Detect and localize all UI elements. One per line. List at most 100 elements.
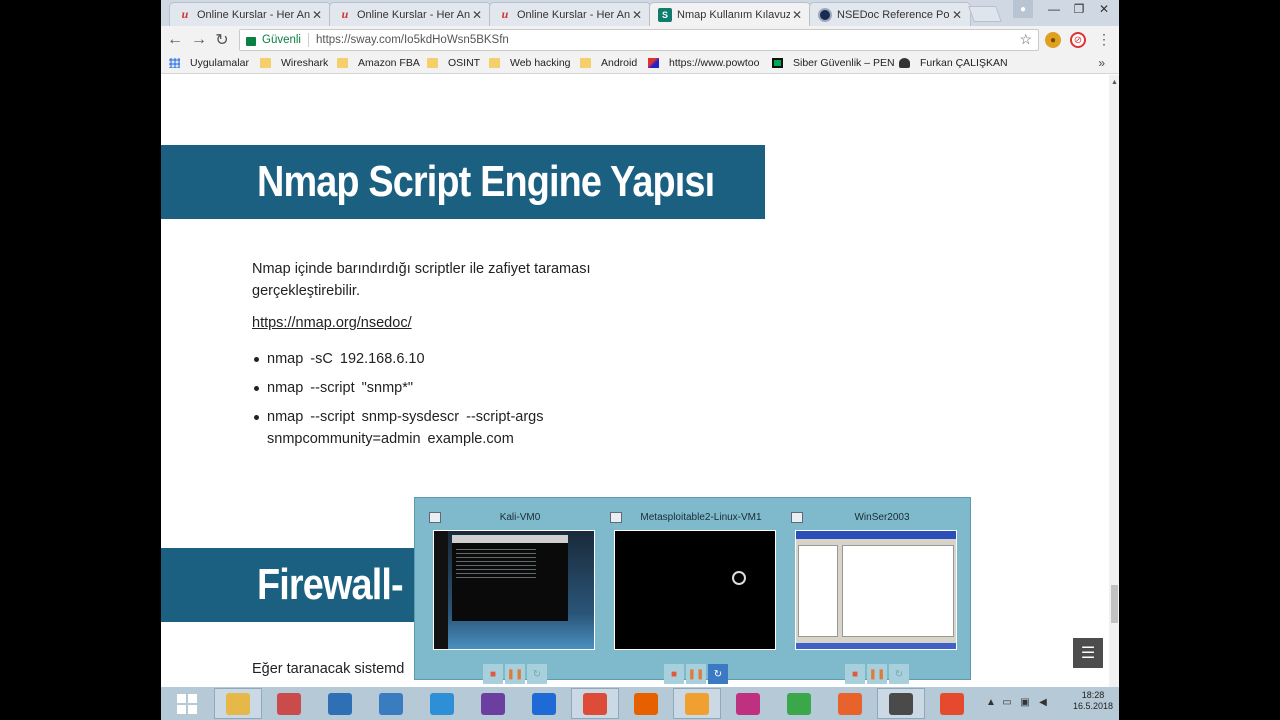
bookmark-powtoon[interactable]: https://www.powtoo: [648, 57, 759, 69]
window-titlebar: [796, 531, 956, 539]
address-bar[interactable]: Güvenli https://sway.com/Io5kdHoWsn5BKSf…: [239, 29, 1039, 51]
page-content: Nmap Script Engine Yapısı Nmap içinde ba…: [161, 75, 1109, 687]
bookmark-web-hacking[interactable]: Web hacking: [489, 57, 571, 69]
tab-online-kurslar-1[interactable]: u Online Kurslar - Her An, ✕: [169, 2, 331, 26]
new-tab-button[interactable]: [968, 6, 1002, 22]
vm-switcher-panel: Kali-VM0 ■ ❚❚ ↻ Metasploitable2-Linux-VM…: [414, 497, 971, 684]
udemy-icon: u: [181, 7, 189, 21]
tree-icon: [430, 692, 454, 715]
bookmark-amazon-fba[interactable]: Amazon FBA: [337, 57, 420, 69]
snipping-tool-button[interactable]: [265, 688, 313, 719]
powtoon-icon: [648, 58, 659, 68]
scissors-icon: [277, 692, 301, 715]
close-icon[interactable]: ✕: [470, 8, 484, 22]
tab-strip: u Online Kurslar - Her An, ✕ u Online Ku…: [161, 0, 1119, 26]
close-icon[interactable]: ✕: [310, 8, 324, 22]
sourcetree-button[interactable]: [418, 688, 466, 719]
list-item: nmap --script snmp-sysdescr --script-arg…: [252, 406, 632, 450]
chrome-button[interactable]: [571, 688, 619, 719]
bookmark-wireshark[interactable]: Wireshark: [260, 57, 328, 69]
molecule-app-button[interactable]: [724, 688, 772, 719]
vm-preview[interactable]: [433, 530, 595, 650]
pause-icon[interactable]: ❚❚: [867, 664, 887, 684]
close-window-button[interactable]: ✕: [1091, 0, 1117, 18]
reset-icon[interactable]: ↻: [889, 664, 909, 684]
reload-button[interactable]: ↻: [212, 30, 232, 50]
back-button[interactable]: ←: [165, 30, 185, 50]
vm-card-metasploitable[interactable]: Metasploitable2-Linux-VM1 ■ ❚❚ ↻: [608, 508, 776, 684]
vm-preview[interactable]: [795, 530, 957, 650]
power-icon[interactable]: ▭: [1001, 697, 1013, 709]
firefox-icon: [634, 692, 658, 715]
file-explorer-button[interactable]: [214, 688, 262, 719]
scroll-thumb[interactable]: [1111, 585, 1118, 623]
bookmark-osint[interactable]: OSINT: [427, 57, 480, 69]
headset-app-button[interactable]: [520, 688, 568, 719]
stop-icon[interactable]: ■: [483, 664, 503, 684]
close-icon[interactable]: ✕: [630, 8, 644, 22]
vm-preview[interactable]: [614, 530, 776, 650]
navigation-menu-button[interactable]: ☰: [1073, 638, 1103, 668]
star-icon[interactable]: ☆: [1019, 31, 1032, 48]
close-icon[interactable]: ✕: [790, 8, 804, 22]
url-text[interactable]: https://sway.com/Io5kdHoWsn5BKSfn: [316, 34, 509, 46]
apps-icon: [169, 58, 180, 68]
vm-taskbar: [796, 643, 956, 649]
stop-icon[interactable]: ■: [845, 664, 865, 684]
clock[interactable]: 18:28 16.5.2018: [1073, 690, 1113, 712]
folder-icon: [226, 692, 250, 715]
scroll-up-icon[interactable]: ▲: [1111, 79, 1118, 86]
stop-icon[interactable]: ■: [664, 664, 684, 684]
ccleaner-button[interactable]: [928, 688, 976, 719]
search-app-button[interactable]: [367, 688, 415, 719]
nsedoc-link[interactable]: https://nmap.org/nsedoc/: [252, 315, 412, 331]
paragraph-text: Eğer taranacak sistemd: [252, 661, 405, 677]
close-icon[interactable]: ✕: [950, 8, 964, 22]
vm-dock: [434, 531, 448, 649]
vm-icon: [610, 511, 622, 523]
tab-title: Online Kurslar - Her An,: [357, 8, 470, 21]
network-icon[interactable]: ▣: [1019, 697, 1031, 709]
bookmark-apps[interactable]: Uygulamalar: [169, 57, 249, 69]
terminal-window: [452, 535, 568, 621]
extension-icon[interactable]: ●: [1045, 32, 1061, 48]
tray-arrow-icon[interactable]: ▲: [985, 697, 997, 709]
reset-icon[interactable]: ↻: [708, 664, 728, 684]
reset-icon[interactable]: ↻: [527, 664, 547, 684]
vm-card-kali[interactable]: Kali-VM0 ■ ❚❚ ↻: [427, 508, 595, 684]
bookmark-label: Web hacking: [510, 57, 571, 69]
profile-icon[interactable]: ●: [1013, 0, 1033, 18]
menu-icon[interactable]: ⋮: [1097, 31, 1111, 48]
firefox-button[interactable]: [622, 688, 670, 719]
burp-icon: [838, 692, 862, 715]
pause-icon[interactable]: ❚❚: [505, 664, 525, 684]
extension-block-icon[interactable]: ⊘: [1070, 32, 1086, 48]
tab-online-kurslar-2[interactable]: u Online Kurslar - Her An, ✕: [329, 2, 491, 26]
bookmark-furkan[interactable]: Furkan ÇALIŞKAN: [899, 57, 1008, 69]
heading-text: Firewall-: [257, 560, 404, 609]
tab-online-kurslar-3[interactable]: u Online Kurslar - Her An, ✕: [489, 2, 651, 26]
burp-suite-button[interactable]: [826, 688, 874, 719]
pause-icon[interactable]: ❚❚: [686, 664, 706, 684]
scrollbar[interactable]: ▲: [1109, 75, 1119, 687]
visual-studio-button[interactable]: [469, 688, 517, 719]
maximize-button[interactable]: ❐: [1066, 0, 1092, 18]
bookmark-label: Uygulamalar: [190, 57, 249, 69]
bookmark-siber-guvenlik[interactable]: Siber Güvenlik – PEN: [772, 57, 895, 69]
vm-manager-button[interactable]: [673, 688, 721, 719]
start-button-button[interactable]: [163, 688, 211, 719]
bookmark-label: Furkan ÇALIŞKAN: [920, 57, 1008, 69]
wireshark-button[interactable]: [316, 688, 364, 719]
lock-icon: [246, 36, 256, 46]
tab-nmap-kilavuzu[interactable]: S Nmap Kullanım Kılavuzu ✕: [649, 2, 811, 26]
sublime-text-button[interactable]: [877, 688, 925, 719]
forward-button[interactable]: →: [189, 30, 209, 50]
bookmark-android[interactable]: Android: [580, 57, 637, 69]
vm-card-winser2003[interactable]: WinSer2003 ■ ❚❚ ↻: [789, 508, 957, 684]
folder-icon: [580, 58, 591, 68]
tab-nsedoc[interactable]: NSEDoc Reference Portal ✕: [809, 2, 971, 26]
camtasia-button[interactable]: [775, 688, 823, 719]
bookmarks-more-button[interactable]: »: [1098, 56, 1105, 70]
volume-icon[interactable]: ◀: [1037, 697, 1049, 709]
minimize-button[interactable]: —: [1041, 0, 1067, 18]
